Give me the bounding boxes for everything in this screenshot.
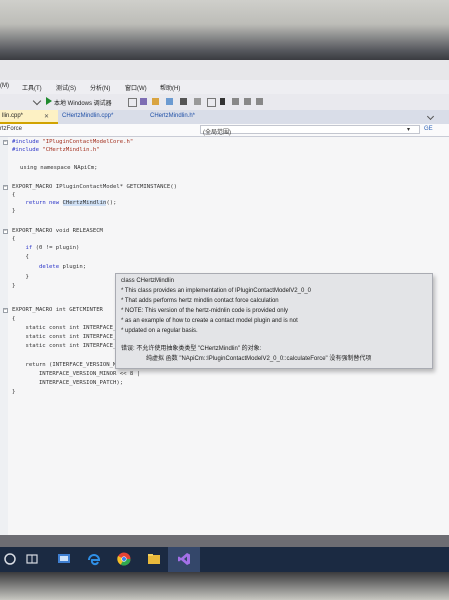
code-line: INTERFACE_VERSION_MINOR << 8 | [12, 371, 140, 377]
menu-item[interactable]: (M) [0, 83, 9, 89]
document-tab-bar: llin.cpp* ✕ CHertzMindlin.cpp* CHertzMin… [0, 110, 449, 124]
code-line: { [12, 192, 16, 198]
scope-label: (全局范围) [203, 130, 231, 136]
fold-toggle-icon[interactable]: − [3, 140, 8, 145]
code-line: return new CHertzMindlin(); [25, 200, 117, 206]
tooltip-line: * That adds performs hertz mindlin conta… [121, 298, 279, 304]
code-line: { [12, 236, 16, 242]
menu-item-test[interactable]: 测试(S) [56, 83, 76, 92]
tooltip-error-detail: 纯虚拟 函数 "NApiCm::IPluginContactModelV2_0_… [146, 356, 372, 362]
code-line: EXPORT_MACRO void RELEASECM [12, 228, 103, 234]
toolbar-icon[interactable] [180, 98, 187, 105]
tab-label: CHertzMindlin.h* [150, 113, 196, 119]
close-icon[interactable]: ✕ [44, 113, 49, 120]
toolbar-icon[interactable] [140, 98, 147, 105]
toolbar-icon[interactable] [194, 98, 201, 105]
tab-chertzmindlin-cpp[interactable]: CHertzMindlin.cpp* [62, 110, 142, 124]
code-line: #include "CHertzMindlin.h" [12, 147, 100, 153]
menu-item-window[interactable]: 窗口(W) [125, 83, 147, 92]
code-line: } [12, 274, 29, 280]
debug-options-icon[interactable] [128, 98, 137, 107]
menu-item-tools[interactable]: 工具(T) [22, 83, 42, 92]
intellisense-tooltip: class CHertzMindlin * This class provide… [115, 273, 433, 369]
toolbar-icon[interactable] [256, 98, 263, 105]
tab-label: llin.cpp* [2, 113, 24, 119]
tooltip-line: * updated on a regular basis. [121, 328, 198, 334]
menu-item-help[interactable]: 帮助(H) [160, 83, 180, 92]
toolbar-icon[interactable] [152, 98, 159, 105]
nav-project-label[interactable]: rtzForce [0, 126, 22, 132]
tab-label: CHertzMindlin.cpp* [62, 113, 114, 119]
toolbar-icon[interactable] [244, 98, 251, 105]
tooltip-line: * NOTE: This version of the hertz-midnli… [121, 308, 288, 314]
code-line: #include "IPluginContactModelCore.h" [12, 139, 134, 145]
menu-item-analyze[interactable]: 分析(N) [90, 83, 110, 92]
tooltip-error: 错误: 不允许使用抽象类类型 "CHertzMindlin" 的对象: [121, 346, 262, 352]
tooltip-line: * as an example of how to create a conta… [121, 318, 298, 324]
fold-toggle-icon[interactable]: − [3, 229, 8, 234]
code-line: } [12, 283, 16, 289]
code-line: { [12, 316, 16, 322]
bookmark-icon[interactable] [220, 98, 225, 105]
tab-active-file[interactable]: llin.cpp* ✕ [0, 110, 58, 124]
visual-studio-icon[interactable] [176, 551, 192, 567]
navigation-bar: rtzForce (全局范围) ▾ GE [0, 124, 449, 137]
chevron-down-icon: ▾ [407, 127, 411, 133]
monitor-bezel-top [0, 0, 449, 60]
edge-icon[interactable] [86, 551, 102, 567]
fold-toggle-icon[interactable]: − [3, 308, 8, 313]
code-line: { [12, 254, 29, 260]
editor-gutter [0, 137, 8, 535]
monitor-bezel-bottom [0, 572, 449, 600]
desktop-app-icon[interactable] [56, 551, 72, 567]
code-editor[interactable]: − − − − #include "IPluginContactModelCor… [0, 137, 449, 535]
tooltip-title: class CHertzMindlin [121, 278, 175, 284]
chevron-down-icon[interactable] [32, 96, 42, 106]
code-line: using namespace NApiCm; [20, 165, 98, 171]
taskbar [0, 547, 449, 572]
play-icon[interactable] [46, 97, 52, 105]
menu-bar: (M) 工具(T) 测试(S) 分析(N) 窗口(W) 帮助(H) [0, 80, 449, 94]
file-explorer-icon[interactable] [146, 551, 162, 567]
tab-overflow-icon[interactable] [426, 112, 435, 121]
code-line: } [12, 208, 16, 214]
code-line: EXPORT_MACRO int GETCMINTER [12, 307, 103, 313]
windows-start-icon[interactable] [2, 551, 18, 567]
code-line: INTERFACE_VERSION_PATCH); [12, 380, 124, 386]
task-view-icon[interactable] [24, 551, 40, 567]
toolbar-icon[interactable] [166, 98, 173, 105]
code-line: } [12, 389, 16, 395]
code-line: delete plugin; [38, 264, 87, 270]
toolbar-icon[interactable] [207, 98, 216, 107]
title-strip [0, 60, 449, 80]
toolbar: 本地 Windows 调试器 [0, 94, 449, 110]
code-line: if (0 != plugin) [25, 245, 80, 251]
fold-toggle-icon[interactable]: − [3, 185, 8, 190]
chrome-icon[interactable] [116, 551, 132, 567]
code-line: EXPORT_MACRO IPluginContactModel* GETCMI… [12, 184, 178, 190]
debug-target-label[interactable]: 本地 Windows 调试器 [54, 98, 112, 107]
scope-dropdown[interactable]: (全局范围) ▾ [200, 125, 420, 136]
member-dropdown-label[interactable]: GE [424, 126, 433, 132]
toolbar-icon[interactable] [232, 98, 239, 105]
screen: (M) 工具(T) 测试(S) 分析(N) 窗口(W) 帮助(H) 本地 Win… [0, 60, 449, 572]
status-bar [0, 535, 449, 547]
tab-chertzmindlin-h[interactable]: CHertzMindlin.h* [150, 110, 230, 124]
tooltip-line: * This class provides an implementation … [121, 288, 311, 294]
